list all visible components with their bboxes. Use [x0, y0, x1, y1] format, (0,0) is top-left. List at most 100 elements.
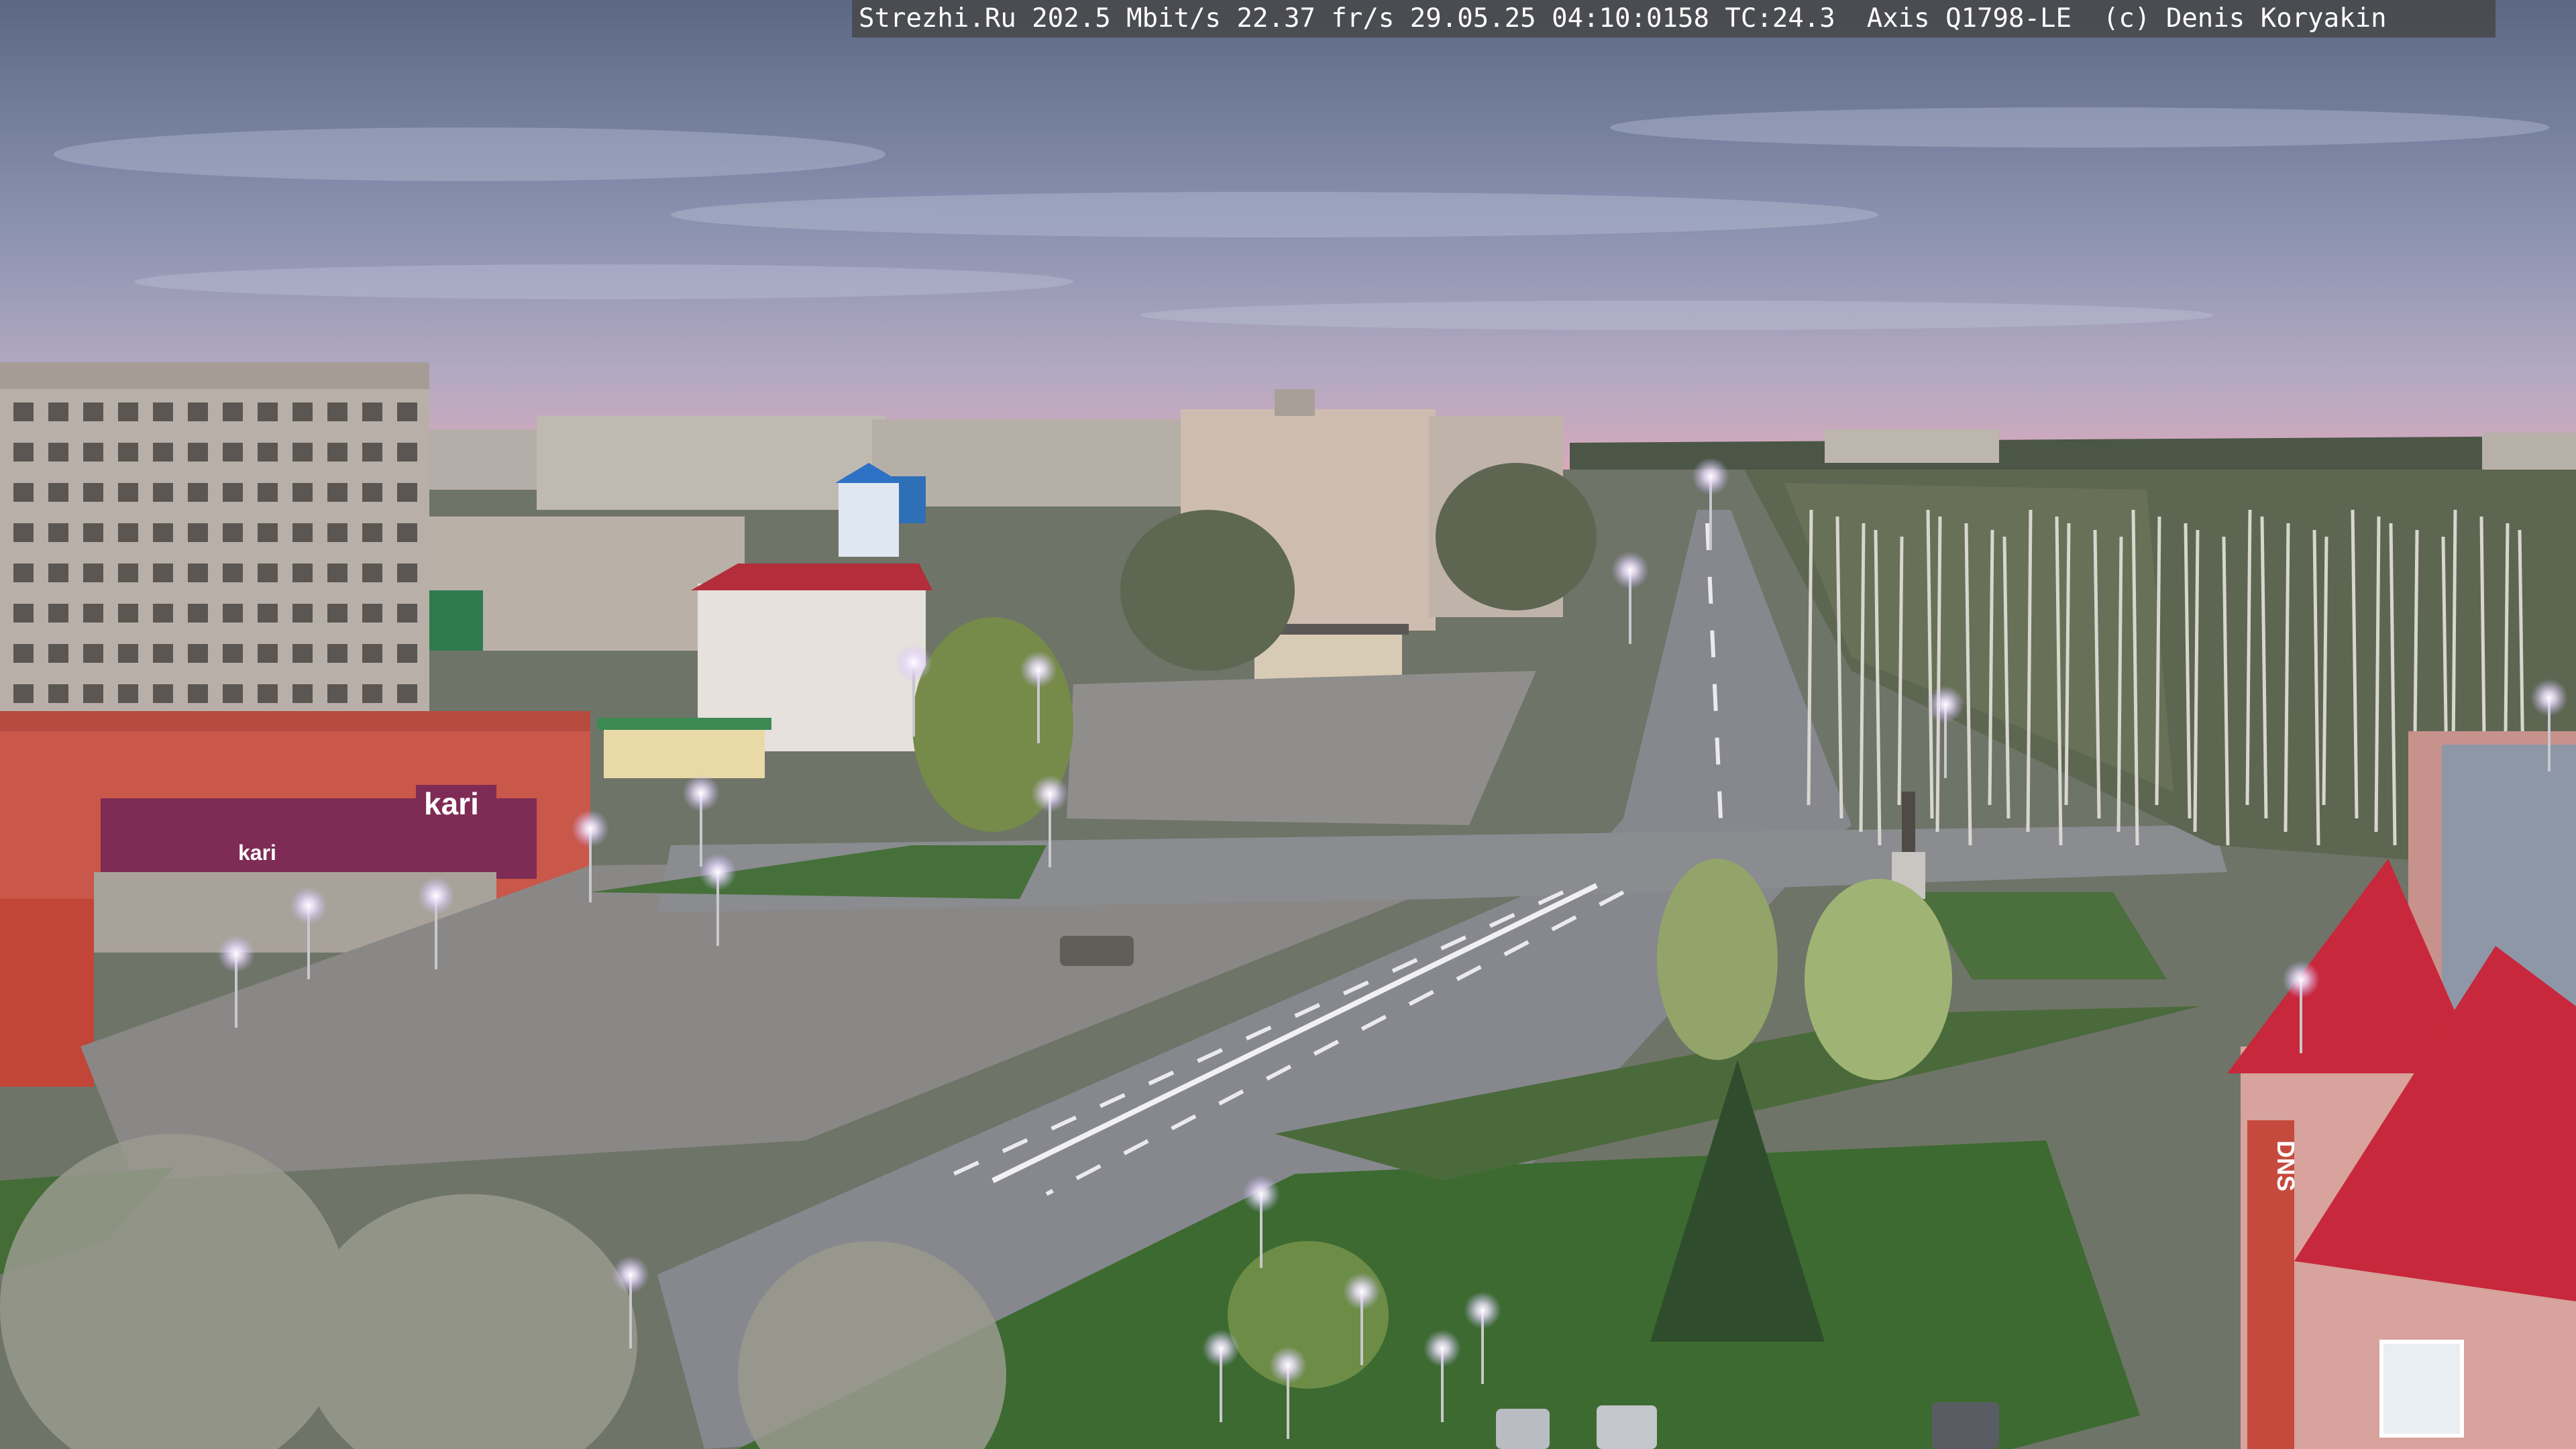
svg-text:kari: kari	[238, 841, 276, 865]
window	[223, 402, 243, 421]
window	[48, 443, 68, 462]
window	[118, 483, 138, 502]
window	[223, 523, 243, 542]
window	[292, 604, 313, 623]
window	[153, 604, 173, 623]
kiosk	[597, 718, 771, 778]
window	[397, 604, 417, 623]
window	[258, 402, 278, 421]
window	[118, 402, 138, 421]
window	[48, 564, 68, 582]
window	[48, 402, 68, 421]
svg-text:kari: kari	[424, 786, 479, 821]
window	[292, 443, 313, 462]
window	[48, 604, 68, 623]
window	[118, 443, 138, 462]
window	[362, 604, 382, 623]
window	[292, 523, 313, 542]
window	[118, 564, 138, 582]
window	[327, 523, 347, 542]
window	[153, 684, 173, 703]
window	[362, 564, 382, 582]
window	[13, 644, 34, 663]
window	[118, 644, 138, 663]
window	[48, 684, 68, 703]
window	[13, 684, 34, 703]
window	[292, 483, 313, 502]
window	[397, 564, 417, 582]
window	[223, 644, 243, 663]
window	[362, 402, 382, 421]
window	[83, 523, 103, 542]
window	[327, 483, 347, 502]
window	[258, 443, 278, 462]
window	[83, 644, 103, 663]
webcam-scene: kari kari DNS	[0, 0, 2576, 1449]
window	[153, 483, 173, 502]
window	[362, 523, 382, 542]
window	[223, 564, 243, 582]
window	[153, 402, 173, 421]
window	[83, 402, 103, 421]
window	[153, 644, 173, 663]
window	[292, 402, 313, 421]
window	[362, 443, 382, 462]
window	[13, 402, 34, 421]
window	[13, 564, 34, 582]
window	[188, 443, 208, 462]
window	[258, 684, 278, 703]
window	[258, 483, 278, 502]
window	[188, 644, 208, 663]
window	[83, 483, 103, 502]
window	[118, 604, 138, 623]
window	[48, 523, 68, 542]
window	[258, 523, 278, 542]
window	[188, 564, 208, 582]
window	[327, 604, 347, 623]
window	[48, 644, 68, 663]
window	[397, 443, 417, 462]
window	[327, 402, 347, 421]
window	[188, 483, 208, 502]
dns-sign: DNS	[2272, 1140, 2300, 1191]
window	[292, 684, 313, 703]
window	[397, 402, 417, 421]
window	[258, 564, 278, 582]
window	[397, 523, 417, 542]
window	[362, 483, 382, 502]
window	[153, 443, 173, 462]
central-plaza	[1067, 671, 1536, 825]
window	[327, 644, 347, 663]
window	[327, 564, 347, 582]
window	[397, 644, 417, 663]
window	[118, 523, 138, 542]
window	[223, 684, 243, 703]
window	[83, 604, 103, 623]
window	[258, 604, 278, 623]
window	[188, 604, 208, 623]
window	[153, 523, 173, 542]
window	[362, 684, 382, 703]
window	[188, 402, 208, 421]
svg-text:DNS: DNS	[2272, 1140, 2300, 1191]
kari-sign-lower: kari	[235, 835, 282, 869]
window	[188, 684, 208, 703]
window	[223, 483, 243, 502]
window	[397, 483, 417, 502]
window	[292, 564, 313, 582]
window	[13, 604, 34, 623]
window	[188, 523, 208, 542]
window	[48, 483, 68, 502]
kari-sign-upper: kari	[416, 785, 496, 825]
window	[327, 443, 347, 462]
window	[83, 443, 103, 462]
window	[153, 564, 173, 582]
window	[258, 644, 278, 663]
window	[223, 443, 243, 462]
window	[327, 684, 347, 703]
window	[397, 684, 417, 703]
window	[362, 644, 382, 663]
webcam-overlay-caption: Strezhi.Ru 202.5 Mbit/s 22.37 fr/s 29.05…	[852, 0, 2496, 38]
window	[13, 443, 34, 462]
window	[13, 483, 34, 502]
